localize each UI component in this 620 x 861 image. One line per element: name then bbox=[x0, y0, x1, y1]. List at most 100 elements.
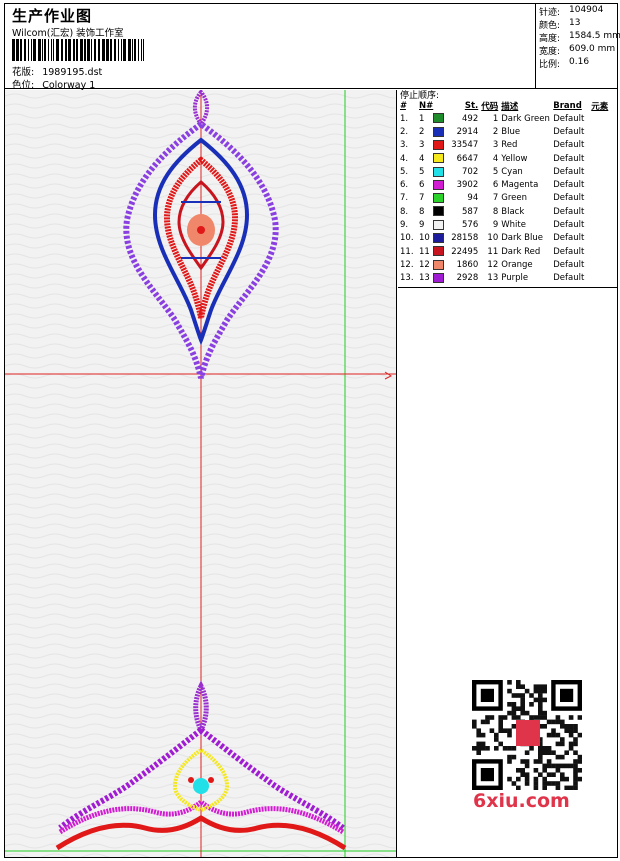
row-description: Dark Red bbox=[501, 246, 541, 257]
row-brand: Default bbox=[553, 220, 585, 231]
stat-label: 颜色: bbox=[539, 21, 561, 31]
row-needle: 12 bbox=[419, 259, 430, 270]
col-needle: N# bbox=[419, 101, 434, 111]
stat-stitches: 针迹: 104904 bbox=[539, 5, 603, 18]
color-row: 4. 4 6647 4 Yellow Default bbox=[398, 152, 618, 165]
row-stitches: 576 bbox=[462, 220, 479, 231]
row-needle: 13 bbox=[419, 273, 430, 284]
row-swatch bbox=[433, 245, 450, 258]
row-swatch bbox=[433, 139, 450, 152]
row-description: Black bbox=[501, 206, 525, 217]
row-swatch bbox=[433, 112, 450, 125]
color-table-header: # N# St. 代码 描述 Brand 元素 bbox=[398, 100, 618, 112]
row-brand: Default bbox=[553, 193, 585, 204]
row-swatch bbox=[433, 258, 450, 271]
color-row: 11. 11 22495 11 Dark Red Default bbox=[398, 245, 618, 258]
row-stitches: 28158 bbox=[451, 233, 479, 244]
row-element bbox=[591, 165, 618, 178]
row-description: Purple bbox=[501, 273, 529, 284]
row-seq: 8. bbox=[400, 206, 409, 217]
row-needle: 1 bbox=[419, 113, 425, 124]
row-seq: 11. bbox=[400, 246, 414, 257]
row-swatch bbox=[433, 125, 450, 138]
stat-label: 高度: bbox=[539, 34, 561, 44]
stat-label: 宽度: bbox=[539, 47, 561, 57]
row-element bbox=[591, 192, 618, 205]
color-row: 8. 8 587 8 Black Default bbox=[398, 205, 618, 218]
row-seq: 13. bbox=[400, 273, 414, 284]
row-seq: 1. bbox=[400, 113, 409, 124]
row-code: 11 bbox=[487, 246, 499, 257]
row-needle: 9 bbox=[419, 220, 425, 231]
row-brand: Default bbox=[553, 180, 585, 191]
row-seq: 6. bbox=[400, 180, 409, 191]
row-element bbox=[591, 125, 618, 138]
row-needle: 2 bbox=[419, 126, 425, 137]
color-swatch bbox=[433, 166, 445, 177]
color-row: 13. 13 2928 13 Purple Default bbox=[398, 272, 618, 285]
color-swatch bbox=[433, 206, 445, 217]
row-brand: Default bbox=[553, 233, 585, 244]
row-element bbox=[591, 112, 618, 125]
row-brand: Default bbox=[553, 140, 585, 151]
stat-colors: 颜色: 13 bbox=[539, 18, 580, 31]
company-name: Wilcom(汇宏) 装饰工作室 bbox=[12, 28, 124, 39]
color-row: 9. 9 576 9 White Default bbox=[398, 218, 618, 231]
row-needle: 7 bbox=[419, 193, 425, 204]
row-stitches: 702 bbox=[462, 166, 479, 177]
row-swatch bbox=[433, 152, 450, 165]
row-needle: 4 bbox=[419, 153, 425, 164]
color-swatch bbox=[433, 126, 445, 137]
color-row: 5. 5 702 5 Cyan Default bbox=[398, 165, 618, 178]
row-seq: 3. bbox=[400, 140, 409, 151]
row-stitches: 1860 bbox=[456, 259, 479, 270]
color-row: 1. 1 492 1 Dark Green Default bbox=[398, 112, 618, 125]
row-brand: Default bbox=[553, 166, 585, 177]
stat-scale: 比例: 0.16 bbox=[539, 57, 589, 70]
row-swatch bbox=[433, 205, 450, 218]
color-row: 2. 2 2914 2 Blue Default bbox=[398, 125, 618, 138]
stat-width: 宽度: 609.0 mm bbox=[539, 44, 615, 57]
row-needle: 6 bbox=[419, 180, 425, 191]
row-seq: 7. bbox=[400, 193, 409, 204]
color-swatch bbox=[433, 153, 445, 164]
row-needle: 8 bbox=[419, 206, 425, 217]
col-code: 代码 bbox=[481, 102, 499, 112]
color-swatch bbox=[433, 193, 445, 204]
col-seq: # bbox=[400, 101, 406, 111]
row-description: Yellow bbox=[501, 153, 528, 164]
row-swatch bbox=[433, 218, 450, 231]
color-row: 10. 10 28158 10 Dark Blue Default bbox=[398, 232, 618, 245]
row-code: 2 bbox=[492, 126, 499, 137]
row-stitches: 587 bbox=[462, 206, 479, 217]
row-seq: 5. bbox=[400, 166, 409, 177]
color-swatch bbox=[433, 233, 445, 244]
stat-value: 104904 bbox=[569, 5, 604, 15]
color-row: 12. 12 1860 12 Orange Default bbox=[398, 258, 618, 271]
row-code: 12 bbox=[487, 259, 499, 270]
color-row: 3. 3 33547 3 Red Default bbox=[398, 139, 618, 152]
row-stitches: 2928 bbox=[456, 273, 479, 284]
row-element bbox=[591, 152, 618, 165]
row-element bbox=[591, 178, 618, 191]
col-stitches: St. bbox=[464, 101, 479, 111]
row-needle: 3 bbox=[419, 140, 425, 151]
stat-value: 13 bbox=[569, 18, 581, 28]
row-stitches: 2914 bbox=[456, 126, 479, 137]
row-element bbox=[591, 272, 618, 285]
color-swatch bbox=[433, 113, 445, 124]
row-stitches: 492 bbox=[462, 113, 479, 124]
row-element bbox=[591, 205, 618, 218]
row-seq: 12. bbox=[400, 259, 414, 270]
qr-code bbox=[472, 680, 582, 790]
color-table-body: 1. 1 492 1 Dark Green Default 2. 2 2914 2 Blue Defa… bbox=[398, 112, 618, 285]
row-code: 10 bbox=[487, 233, 499, 244]
row-stitches: 22495 bbox=[451, 246, 479, 257]
color-table: # N# St. 代码 描述 Brand 元素 1. 1 492 1 Dark Gree… bbox=[398, 100, 618, 285]
row-code: 1 bbox=[492, 113, 499, 124]
row-code: 6 bbox=[492, 180, 499, 191]
stats-box: 针迹: 104904 颜色: 13 高度: 1584.5 mm 宽度: 609.0 mm… bbox=[535, 3, 620, 89]
stat-label: 比例: bbox=[539, 60, 561, 70]
color-swatch bbox=[433, 246, 445, 257]
row-stitches: 6647 bbox=[456, 153, 479, 164]
